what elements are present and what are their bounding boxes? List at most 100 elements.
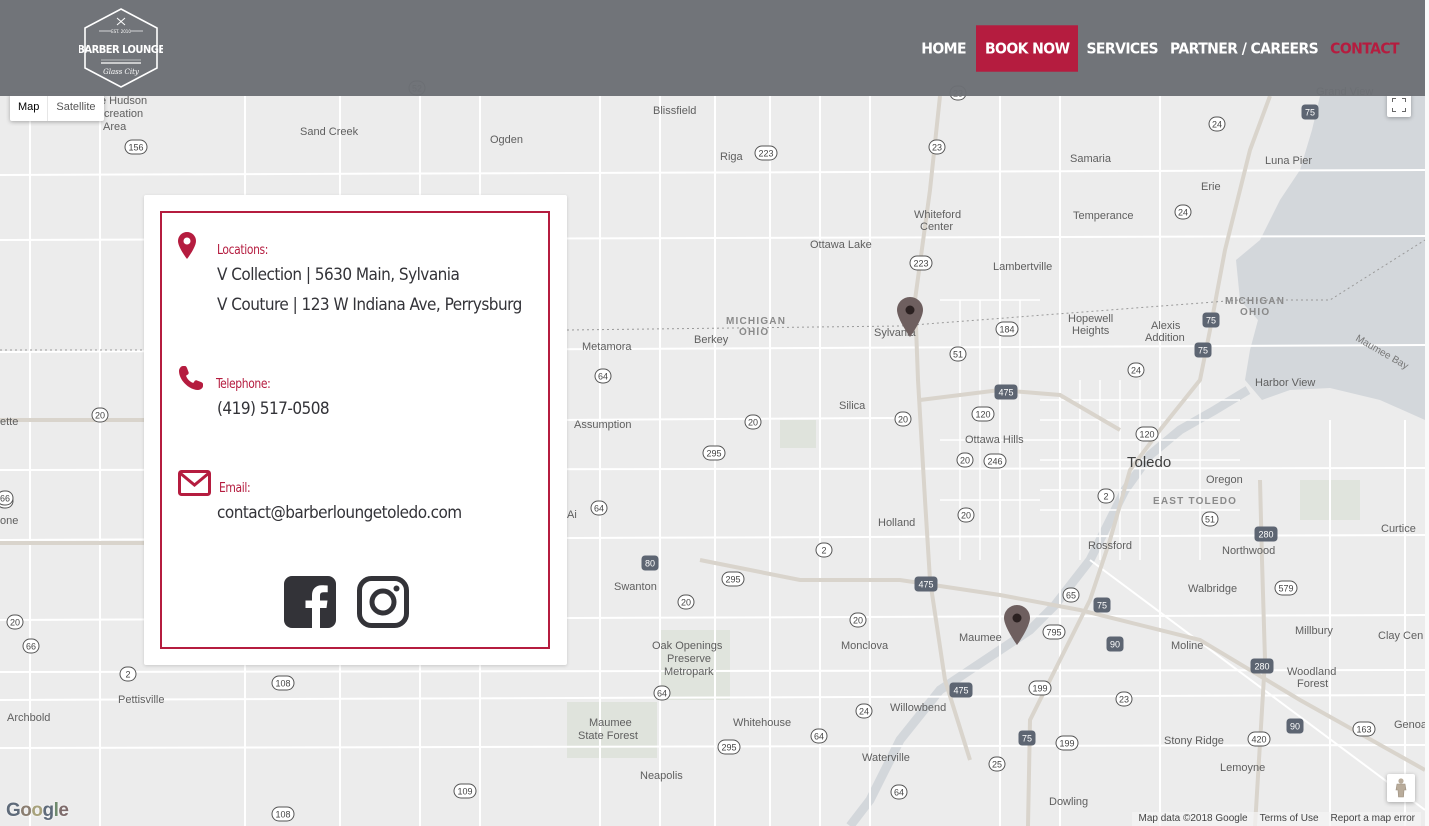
route-shield: 108 (271, 675, 295, 691)
map-type-satellite-button[interactable]: Satellite (48, 93, 103, 121)
report-map-error-link[interactable]: Report a map error (1325, 812, 1421, 826)
social-links (283, 575, 410, 634)
interstate-shield: 80 (641, 555, 659, 571)
place-label: Pettisville (118, 694, 164, 706)
route-number: 184 (999, 325, 1014, 335)
telephone-link[interactable]: (419) 517-0508 (217, 399, 330, 419)
place-label: Blissfield (653, 105, 696, 117)
location-line: V Collection | 5630 Main, Sylvania (217, 265, 460, 285)
route-shield: 20 (91, 407, 109, 423)
nav-services[interactable]: SERVICES (1082, 25, 1162, 71)
place-label: creation (104, 108, 143, 120)
place-label: Temperance (1073, 210, 1134, 222)
route-shield: 2 (1097, 488, 1115, 504)
route-shield: 20 (849, 612, 867, 628)
place-label: Genoa (1394, 719, 1425, 731)
route-number: 2 (821, 546, 826, 556)
location-line: V Couture | 123 W Indiana Ave, Perrysbur… (217, 295, 522, 315)
place-label: Center (920, 221, 953, 233)
place-label: ette (0, 416, 18, 428)
route-number: 64 (814, 732, 824, 742)
map-type-map-button[interactable]: Map (10, 93, 49, 121)
route-shield: 23 (928, 139, 946, 155)
route-number: 24 (1131, 366, 1141, 376)
route-number: 199 (1032, 684, 1047, 694)
street-view-button[interactable] (1387, 774, 1415, 802)
place-label: Ottawa Lake (810, 239, 872, 251)
place-label: Lemoyne (1220, 762, 1265, 774)
place-label: State Forest (578, 730, 638, 742)
route-number: 475 (918, 580, 933, 590)
fullscreen-button[interactable] (1387, 93, 1411, 117)
route-shield: 64 (810, 728, 828, 744)
place-label: Whitehouse (733, 717, 791, 729)
route-shield: 184 (995, 321, 1019, 337)
place-label: Neapolis (640, 770, 683, 782)
place-label: Whiteford (914, 209, 961, 221)
route-number: 75 (1305, 108, 1315, 118)
interstate-shield: 90 (1106, 636, 1124, 652)
place-label: Heights (1072, 325, 1110, 337)
route-shield: 20 (894, 411, 912, 427)
nav-contact[interactable]: CONTACT (1326, 25, 1403, 71)
instagram-link[interactable] (356, 575, 410, 634)
place-label: Monclova (841, 640, 889, 652)
nav-book-now-button[interactable]: BOOK NOW (975, 25, 1079, 72)
route-shield: 20 (6, 614, 24, 630)
brand-logo[interactable]: EST. 2010 BARBER LOUNGE Glass City (77, 6, 166, 90)
route-shield: 64 (653, 685, 671, 701)
route-shield: 163 (1352, 721, 1376, 737)
place-label: OHIO (1240, 307, 1270, 318)
place-label: Forest (1297, 678, 1328, 690)
place-label: EAST TOLEDO (1153, 496, 1237, 507)
contact-info-frame: Locations: V Collection | 5630 Main, Syl… (160, 211, 550, 649)
route-number: 66 (0, 494, 10, 504)
map-marker-sylvania[interactable] (897, 297, 923, 337)
route-number: 223 (758, 149, 773, 159)
route-number: 120 (1139, 430, 1154, 440)
route-number: 795 (1046, 628, 1061, 638)
place-label: Moline (1171, 640, 1203, 652)
place-label: one (0, 515, 18, 527)
interstate-shield: 75 (1194, 342, 1212, 358)
place-label: Northwood (1222, 545, 1275, 557)
google-logo[interactable]: Google (6, 800, 69, 822)
route-shield: 579 (1274, 580, 1298, 596)
place-label: Ogden (490, 134, 523, 146)
place-label: Addition (1145, 332, 1185, 344)
route-number: 20 (960, 456, 970, 466)
route-shield: 64 (590, 500, 608, 516)
email-link[interactable]: contact@barberloungetoledo.com (217, 503, 462, 523)
place-label: Area (103, 121, 127, 133)
route-shield: 23 (1115, 691, 1133, 707)
route-number: 280 (1254, 662, 1269, 672)
instagram-icon (357, 576, 409, 628)
place-label: Ai (567, 509, 577, 521)
map-pin-icon (1004, 605, 1030, 645)
page-scrollbar[interactable] (1425, 0, 1429, 826)
route-number: 280 (1258, 530, 1273, 540)
google-logo-letter: G (6, 800, 21, 821)
place-label: Oak Openings (652, 640, 723, 652)
route-number: 579 (1278, 584, 1293, 594)
terms-of-use-link[interactable]: Terms of Use (1254, 812, 1325, 826)
route-number: 295 (721, 743, 736, 753)
route-number: 25 (992, 760, 1002, 770)
place-label: Oregon (1206, 474, 1243, 486)
map-marker-perrysburg[interactable] (1004, 605, 1030, 645)
interstate-shield: 475 (914, 576, 938, 592)
route-shield: 295 (717, 739, 741, 755)
route-shield: 66 (22, 638, 40, 654)
place-label: Curtice (1381, 523, 1416, 535)
route-number: 120 (975, 410, 990, 420)
place-label: Metamora (582, 341, 632, 353)
route-shield: 51 (949, 346, 967, 362)
nav-partner-careers[interactable]: PARTNER / CAREERS (1166, 25, 1322, 71)
facebook-link[interactable] (283, 575, 337, 634)
phone-icon (179, 366, 203, 390)
route-shield: 64 (594, 368, 612, 384)
place-label: Archbold (7, 712, 50, 724)
contact-info-panel: Locations: V Collection | 5630 Main, Syl… (144, 195, 567, 665)
nav-home[interactable]: HOME (917, 25, 970, 71)
fullscreen-icon (1392, 98, 1406, 112)
